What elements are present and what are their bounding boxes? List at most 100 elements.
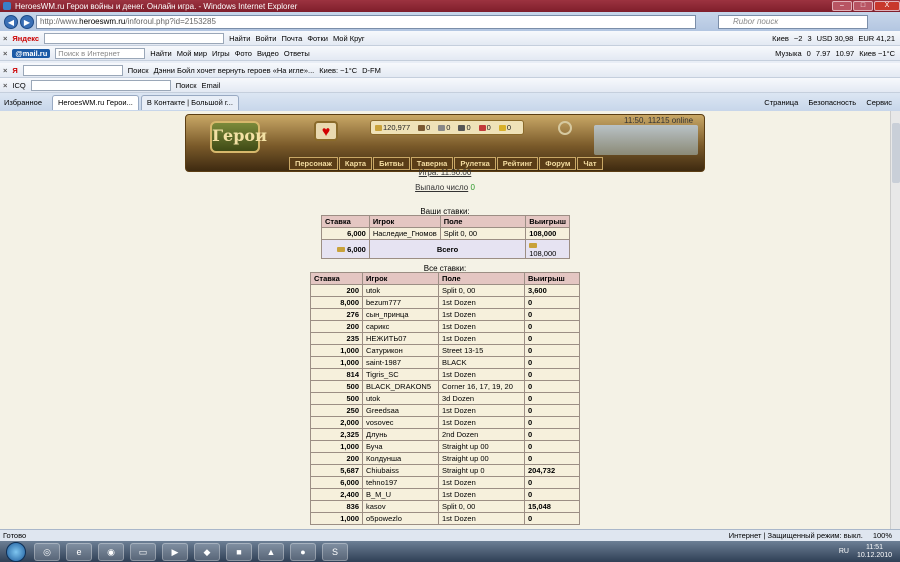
table-row: 6,000 Наследие_Гномов Split 0, 00 108,00… — [321, 227, 570, 240]
address-input[interactable]: http://www. heroeswm.ru/inforoul.php?id=2… — [36, 14, 696, 29]
player-cell[interactable]: o5powezlo — [362, 512, 439, 525]
game-time-link[interactable]: Игра: 11:50:00 — [419, 168, 472, 177]
taskbar-app2-icon[interactable]: ■ — [226, 542, 252, 561]
ya-search-button[interactable]: Поиск — [128, 66, 149, 75]
tab-heroeswm[interactable]: HeroesWM.ru Герои... — [52, 94, 139, 110]
player-cell[interactable]: saint-1987 — [362, 356, 439, 369]
player-cell[interactable]: Наследие_Гномов — [368, 227, 441, 240]
taskbar-skype-icon[interactable]: S — [322, 542, 348, 561]
taskbar-app3-icon[interactable]: ▲ — [258, 542, 284, 561]
ie-icon — [3, 2, 11, 10]
player-cell[interactable]: utok — [362, 284, 439, 297]
game-logo[interactable]: Герои — [210, 121, 267, 153]
tools-menu[interactable]: Сервис — [866, 98, 892, 107]
player-cell[interactable]: utok — [362, 392, 439, 405]
player-cell[interactable]: BLACK_DRAKON5 — [362, 380, 439, 393]
tab-label: В Контакте | Большой г... — [146, 98, 233, 107]
player-cell[interactable]: Chiubaiss — [362, 464, 439, 477]
yandex-search-input[interactable] — [44, 32, 225, 44]
icq-search-button[interactable]: Поиск — [176, 81, 197, 90]
taskbar-ie-icon[interactable]: e — [66, 542, 92, 561]
field-cell: 1st Dozen — [438, 416, 525, 429]
close-toolbar-icon[interactable]: × — [3, 81, 7, 90]
ya-search-input[interactable] — [22, 64, 123, 76]
start-button[interactable] — [6, 541, 26, 562]
security-zone[interactable]: Интернет | Защищенный режим: выкл. — [729, 531, 873, 540]
player-cell[interactable]: kasov — [362, 500, 439, 513]
dropped-label[interactable]: Выпало число — [415, 183, 468, 192]
ya-weather[interactable]: Киев: −1°C — [319, 66, 357, 75]
player-cell[interactable]: Длунь — [362, 428, 439, 441]
music-button[interactable]: Музыка — [775, 49, 802, 58]
search-input[interactable]: Rubor поиск — [718, 14, 868, 29]
yandex-item-3[interactable]: Мой Круг — [333, 34, 365, 43]
field-cell: 1st Dozen — [438, 368, 525, 381]
yandex-item-2[interactable]: Фотки — [307, 34, 328, 43]
player-cell[interactable]: vosovec — [362, 416, 439, 429]
player-cell[interactable]: bezum777 — [362, 296, 439, 309]
taskbar-player-icon[interactable]: ▶ — [162, 542, 188, 561]
table-row: 2,000 vosovec 1st Dozen 0 — [310, 416, 580, 429]
close-toolbar-icon[interactable]: × — [3, 66, 7, 75]
page-menu[interactable]: Страница — [764, 98, 798, 107]
back-button[interactable]: ◀ — [4, 14, 18, 29]
mailru-weather[interactable]: Киев −1°C — [859, 49, 895, 58]
taskbar-app4-icon[interactable]: ● — [290, 542, 316, 561]
ya-news[interactable]: Дэнни Бойл хочет вернуть героев «На игле… — [154, 66, 315, 75]
tab-vkontakte[interactable]: В Контакте | Большой г... — [140, 94, 239, 110]
mailru-search-input[interactable]: Поиск в Интернет — [55, 47, 146, 59]
mailru-item-2[interactable]: Фото — [235, 49, 252, 58]
mailru-item-0[interactable]: Мой мир — [177, 49, 207, 58]
zoom-level[interactable]: 100% — [873, 531, 900, 540]
player-cell[interactable]: B_M_U — [362, 488, 439, 501]
language-indicator[interactable]: RU — [839, 548, 849, 555]
player-cell[interactable]: Сатурикон — [362, 344, 439, 357]
icq-email-button[interactable]: Email — [202, 81, 221, 90]
forward-button[interactable]: ▶ — [20, 14, 34, 29]
maximize-button[interactable]: □ — [853, 1, 873, 11]
close-toolbar-icon[interactable]: × — [3, 34, 7, 43]
player-cell[interactable]: Greedsaa — [362, 404, 439, 417]
eur-rate: EUR 41,21 — [858, 33, 895, 43]
player-cell[interactable]: сарикс — [362, 320, 439, 333]
player-cell[interactable]: НЕЖИТЬ07 — [362, 332, 439, 345]
yandex-item-1[interactable]: Почта — [281, 34, 302, 43]
close-toolbar-icon[interactable]: × — [3, 49, 7, 58]
player-cell[interactable]: tehno197 — [362, 476, 439, 489]
security-menu[interactable]: Безопасность — [808, 98, 856, 107]
ya-logo: Я — [12, 65, 18, 75]
ya-radio[interactable]: D-FM — [362, 66, 381, 75]
wood-value: 0 — [426, 123, 431, 132]
col-win: Выигрыш — [525, 215, 570, 228]
yandex-search-button[interactable]: Найти — [229, 34, 250, 43]
favorites-button[interactable]: Избранное — [4, 98, 42, 107]
yandex-weather[interactable]: Киев — [772, 34, 789, 43]
bet-cell: 200 — [310, 284, 363, 297]
taskbar-game-icon[interactable]: ◆ — [194, 542, 220, 561]
vertical-scrollbar[interactable] — [890, 111, 900, 529]
player-cell[interactable]: Tigris_SC — [362, 368, 439, 381]
icq-search-input[interactable] — [30, 79, 171, 91]
yandex-item-0[interactable]: Войти — [255, 34, 276, 43]
url-prefix: http://www. — [40, 17, 80, 26]
minimize-button[interactable]: – — [832, 1, 852, 11]
taskbar-firefox-icon[interactable]: ◉ — [98, 542, 124, 561]
icq-button[interactable]: ICQ — [12, 81, 25, 90]
close-button[interactable]: X — [874, 1, 900, 11]
mailru-item-4[interactable]: Ответы — [284, 49, 310, 58]
taskbar-app-icon[interactable]: ◎ — [34, 542, 60, 561]
mailru-item-1[interactable]: Игры — [212, 49, 230, 58]
player-cell[interactable]: Буча — [362, 440, 439, 453]
mailru-search-button[interactable]: Найти — [150, 49, 171, 58]
gems-value: 0 — [506, 123, 511, 132]
scroll-thumb[interactable] — [892, 123, 900, 183]
mailru-item-3[interactable]: Видео — [257, 49, 279, 58]
player-cell[interactable]: Колдунша — [362, 452, 439, 465]
col-field: Поле — [439, 215, 527, 228]
bet-cell: 1,000 — [310, 344, 363, 357]
player-cell[interactable]: сын_принца — [362, 308, 439, 321]
tray-clock[interactable]: 11:51 10.12.2010 — [857, 544, 892, 560]
taskbar-folder-icon[interactable]: ▭ — [130, 542, 156, 561]
field-cell: Split 0, 00 — [439, 227, 527, 240]
bet-cell: 2,000 — [310, 416, 363, 429]
